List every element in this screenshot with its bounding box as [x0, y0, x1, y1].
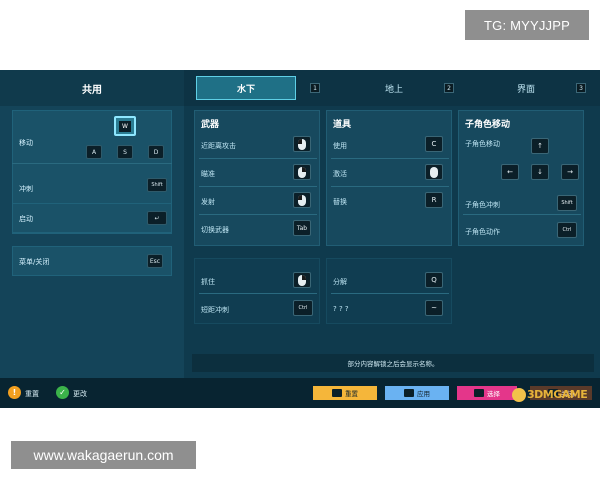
common-panel: 共用 移动 W A S D 冲刺 Shift 启动 ↵ 菜单/关闭 Esc: [0, 70, 184, 378]
reset-button-label: 重置: [345, 390, 358, 398]
tab-ground-num: 2: [444, 83, 454, 93]
divider: [199, 158, 317, 159]
reset-button[interactable]: 重置: [313, 386, 377, 400]
arrow-left-key[interactable]: ←: [501, 164, 519, 180]
key-tab[interactable]: Tab: [293, 220, 311, 236]
grab-label: 抓住: [201, 278, 215, 286]
tab-interface-label: 界面: [516, 84, 535, 95]
key-d[interactable]: D: [148, 145, 164, 159]
tool-item-label: 激活: [333, 170, 347, 178]
divider: [199, 214, 317, 215]
key-icon: [474, 389, 484, 397]
key-esc[interactable]: Esc: [147, 254, 163, 268]
key-ctrl[interactable]: Ctrl: [293, 300, 313, 316]
arrow-up-key[interactable]: ↑: [531, 138, 549, 154]
divider: [12, 163, 172, 164]
tools-section: 道具 使用 C 激活 替换 R: [326, 110, 452, 246]
start-label: 启动: [19, 215, 33, 223]
start-box: 启动 ↵: [12, 203, 172, 233]
logo-mark-icon: [512, 388, 526, 402]
tab-underwater-num: 1: [310, 83, 320, 93]
subrole-move-label: 子角色移动: [465, 140, 500, 148]
key-r[interactable]: R: [425, 192, 443, 208]
select-button-label: 选择: [487, 390, 500, 398]
tab-ground-label: 地上: [384, 84, 403, 95]
divider: [331, 158, 449, 159]
key-icon: [404, 389, 414, 397]
menu-box: 菜单/关闭 Esc: [12, 246, 172, 276]
bottom-bar: ! 重置 ✓ 更改 重置 应用 选择 关闭: [0, 378, 600, 408]
key-enter[interactable]: ↵: [147, 211, 167, 225]
divider: [199, 186, 317, 187]
mouse-right-icon[interactable]: [293, 164, 311, 180]
key-a[interactable]: A: [86, 145, 102, 159]
select-button[interactable]: 选择: [457, 386, 517, 400]
divider: [463, 214, 581, 215]
tab-interface-num: 3: [576, 83, 586, 93]
decompose-label: 分解: [333, 278, 347, 286]
binding-area: 武器 近距离攻击 瞄准 发射 切换武器 Tab 道具 使用 C 激活 替换 R: [192, 110, 594, 378]
change-label: 更改: [73, 390, 87, 398]
divider: [331, 293, 449, 294]
weapon-item-label: 切换武器: [201, 226, 229, 234]
key-ctrl[interactable]: Ctrl: [557, 222, 577, 238]
reset-label: 重置: [25, 390, 39, 398]
key-shift[interactable]: Shift: [147, 178, 167, 192]
weapon-item-label: 发射: [201, 198, 215, 206]
dash-label: 冲刺: [19, 185, 33, 193]
tab-ground[interactable]: 地上: [344, 76, 444, 100]
3dm-logo: 3DMGAME: [512, 388, 588, 402]
tool-item-label: 使用: [333, 142, 347, 150]
menu-label: 菜单/关闭: [19, 258, 50, 266]
key-tilde[interactable]: ~: [425, 300, 443, 316]
controls-screen: 共用 移动 W A S D 冲刺 Shift 启动 ↵ 菜单/关闭 Esc 水下…: [0, 70, 600, 408]
arrow-down-key[interactable]: ↓: [531, 164, 549, 180]
key-w-label: W: [119, 120, 131, 132]
apply-button[interactable]: 应用: [385, 386, 449, 400]
key-shift[interactable]: Shift: [557, 195, 577, 211]
mouse-left-icon[interactable]: [293, 136, 311, 152]
key-q[interactable]: Q: [425, 272, 443, 288]
unknown-label: ? ? ?: [333, 305, 349, 313]
tab-underwater[interactable]: 水下: [196, 76, 296, 100]
tab-underwater-label: 水下: [236, 84, 255, 95]
extra-left-section: 抓住 短距冲刺 Ctrl: [194, 258, 320, 324]
weapons-section: 武器 近距离攻击 瞄准 发射 切换武器 Tab: [194, 110, 320, 246]
subrole-title: 子角色移动: [465, 120, 511, 130]
key-icon: [332, 389, 342, 397]
key-s[interactable]: S: [117, 145, 133, 159]
subrole-action-label: 子角色动作: [465, 228, 500, 236]
weapon-item-label: 近距离攻击: [201, 142, 236, 150]
apply-button-label: 应用: [417, 390, 430, 398]
key-w[interactable]: W: [114, 116, 136, 136]
divider: [199, 293, 317, 294]
extra-right-section: 分解 Q ? ? ? ~: [326, 258, 452, 324]
weapon-item-label: 瞄准: [201, 170, 215, 178]
tools-title: 道具: [333, 120, 352, 130]
unlock-notice: 部分内容解锁之后会显示名称。: [192, 354, 594, 372]
tab-bar: 水下 1 地上 2 界面 3: [184, 70, 600, 106]
tab-interface[interactable]: 界面: [476, 76, 576, 100]
weapons-title: 武器: [201, 120, 220, 130]
mouse-right-icon[interactable]: [293, 272, 311, 288]
mouse-left-icon[interactable]: [293, 192, 311, 208]
warning-icon: !: [8, 386, 21, 399]
common-title: 共用: [0, 70, 184, 106]
subrole-section: 子角色移动 子角色移动 ↑ ← ↓ → 子角色冲刺 Shift 子角色动作 Ct…: [458, 110, 584, 246]
subrole-dash-label: 子角色冲刺: [465, 201, 500, 209]
logo-text: 3DMGAME: [527, 388, 588, 401]
key-c[interactable]: C: [425, 136, 443, 152]
check-icon: ✓: [56, 386, 69, 399]
arrow-right-key[interactable]: →: [561, 164, 579, 180]
divider: [331, 186, 449, 187]
mouse-icon[interactable]: [425, 164, 443, 180]
tool-item-label: 替换: [333, 198, 347, 206]
move-label: 移动: [19, 139, 33, 147]
watermark-bottom: www.wakagaerun.com: [11, 441, 196, 469]
short-dash-label: 短距冲刺: [201, 306, 229, 314]
watermark-top: TG: MYYJJPP: [465, 10, 589, 40]
